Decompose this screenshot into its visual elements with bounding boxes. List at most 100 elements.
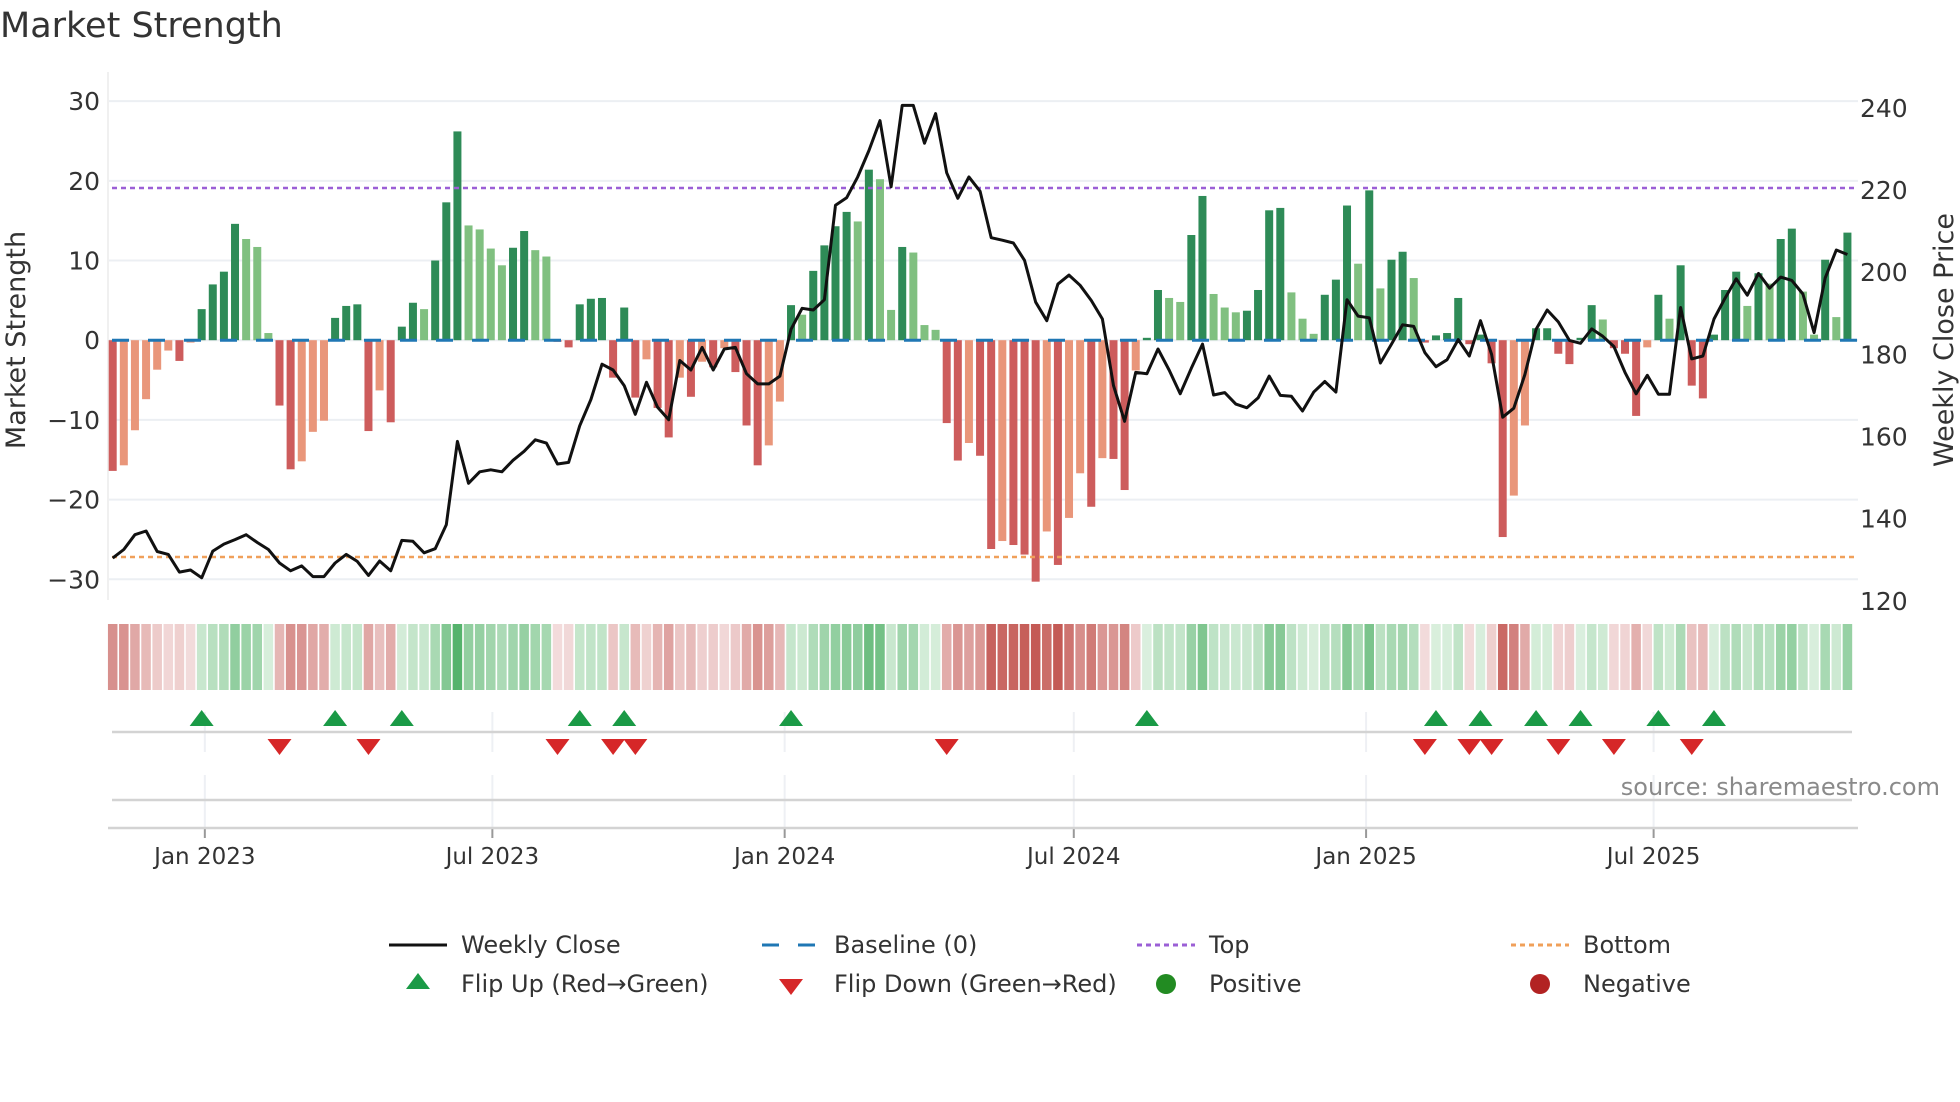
heat-strip-cell <box>1698 624 1708 690</box>
flip-up-marker <box>1468 710 1493 726</box>
heat-strip-cell <box>174 624 185 690</box>
strength-bar <box>175 340 184 361</box>
heat-strip-cell <box>130 624 140 690</box>
heat-strip-cell <box>141 624 151 690</box>
strength-bar <box>208 284 217 341</box>
legend-label: Bottom <box>1583 931 1672 959</box>
flip-down-marker <box>1601 739 1626 755</box>
heat-strip-cell <box>1342 624 1352 690</box>
flip-up-marker <box>1568 710 1593 726</box>
heat-strip-cell <box>1742 624 1753 690</box>
flip-down-marker <box>1479 739 1504 755</box>
heat-strip-cell <box>530 624 541 690</box>
flip-down-marker <box>934 739 959 755</box>
left-tick-label: 30 <box>68 87 100 116</box>
heat-strip-cell <box>1275 624 1286 690</box>
legend-label: Positive <box>1209 970 1302 998</box>
strength-bar <box>842 211 851 341</box>
strength-bar <box>130 340 139 431</box>
flip-down-marker <box>1546 739 1571 755</box>
heat-strip-cell <box>463 624 474 690</box>
strength-bar <box>1320 294 1329 341</box>
heat-strip-cell <box>841 624 852 690</box>
strength-bar <box>742 340 751 426</box>
x-tick-label: Jan 2025 <box>1313 844 1416 870</box>
heat-strip-cell <box>1130 624 1141 690</box>
heat-strip-cell <box>1753 624 1764 690</box>
legend-label: Weekly Close <box>461 931 621 959</box>
strength-bar <box>1287 292 1296 341</box>
heat-strip-cell <box>1142 624 1152 690</box>
heat-strip-cell <box>408 624 418 690</box>
heat-strip-cell <box>1197 624 1208 690</box>
strength-bar <box>497 265 506 341</box>
heat-strip-cell <box>1364 624 1375 690</box>
heat-strip-cell <box>764 624 774 690</box>
right-tick-label: 200 <box>1860 258 1908 287</box>
strength-bar <box>353 304 362 341</box>
heat-strip-cell <box>819 624 830 690</box>
heat-strip-cell <box>152 624 162 690</box>
heat-strip-cell <box>686 624 696 690</box>
strength-bar <box>1454 297 1463 341</box>
flip-down-marker <box>1457 739 1482 755</box>
heat-strip-cell <box>1731 624 1741 690</box>
heat-strip-cell <box>997 624 1008 690</box>
heat-strip-cell <box>586 624 596 690</box>
heat-strip-cell <box>1453 624 1463 690</box>
x-tick-label: Jul 2023 <box>444 844 540 870</box>
right-axis-label: Weekly Close Price <box>1929 213 1960 467</box>
heat-strip-cell <box>552 624 563 690</box>
heat-strip-cell <box>964 624 974 690</box>
heat-strip-cell <box>1397 624 1408 690</box>
heat-strip-cell <box>1186 624 1197 690</box>
strength-bar <box>1131 340 1140 371</box>
heat-strip-cell <box>574 624 585 690</box>
heat-strip-cell <box>808 624 819 690</box>
heat-strip-cell <box>385 624 396 690</box>
flip-up-marker <box>1701 710 1726 726</box>
strength-bar <box>1354 263 1363 341</box>
heat-strip-cell <box>1219 624 1230 690</box>
strength-bar <box>798 314 807 341</box>
strength-bar <box>242 238 251 341</box>
strength-bar <box>1431 335 1440 341</box>
heat-strip-cell <box>1486 624 1497 690</box>
strength-bar <box>1254 289 1263 341</box>
strength-bar <box>453 131 462 341</box>
heat-strip-cell <box>752 624 763 690</box>
heat-strip-cell <box>1686 624 1697 690</box>
strength-bar <box>231 223 240 341</box>
heat-strip-cell <box>608 624 618 690</box>
strength-bar <box>1498 340 1507 538</box>
legend-label: Flip Up (Red→Green) <box>461 970 709 998</box>
strength-bar <box>1665 318 1674 341</box>
strength-bar <box>1554 340 1563 354</box>
flip-up-marker <box>567 710 592 726</box>
reference-lines <box>112 186 1858 559</box>
strength-bar <box>1543 328 1552 341</box>
heat-strip-cell <box>797 624 807 690</box>
strength-bar <box>397 326 406 341</box>
strength-bar <box>1509 340 1518 496</box>
heat-strip-cell <box>1664 624 1675 690</box>
heat-strip-cell <box>1297 624 1308 690</box>
strength-bar <box>831 226 840 341</box>
strength-bar <box>531 250 540 341</box>
legend-flip-down: Flip Down (Green→Red) <box>762 969 1117 999</box>
left-tick-label: 10 <box>68 247 100 276</box>
strength-bar <box>1065 340 1074 518</box>
legend-label: Baseline (0) <box>834 931 978 959</box>
strength-bar <box>486 248 495 341</box>
heat-strip-cell <box>1408 624 1419 690</box>
flip-up-marker <box>389 710 414 726</box>
heat-strip-cell <box>1531 624 1541 690</box>
strength-bar <box>1265 210 1274 341</box>
heat-strip-cell <box>1008 624 1019 690</box>
strength-bar <box>408 302 417 341</box>
heat-strip-cell <box>474 624 485 690</box>
strength-bar <box>520 231 529 341</box>
strength-bar <box>953 340 962 461</box>
heat-strip-cell <box>1153 624 1163 690</box>
strength-bar <box>564 340 573 348</box>
